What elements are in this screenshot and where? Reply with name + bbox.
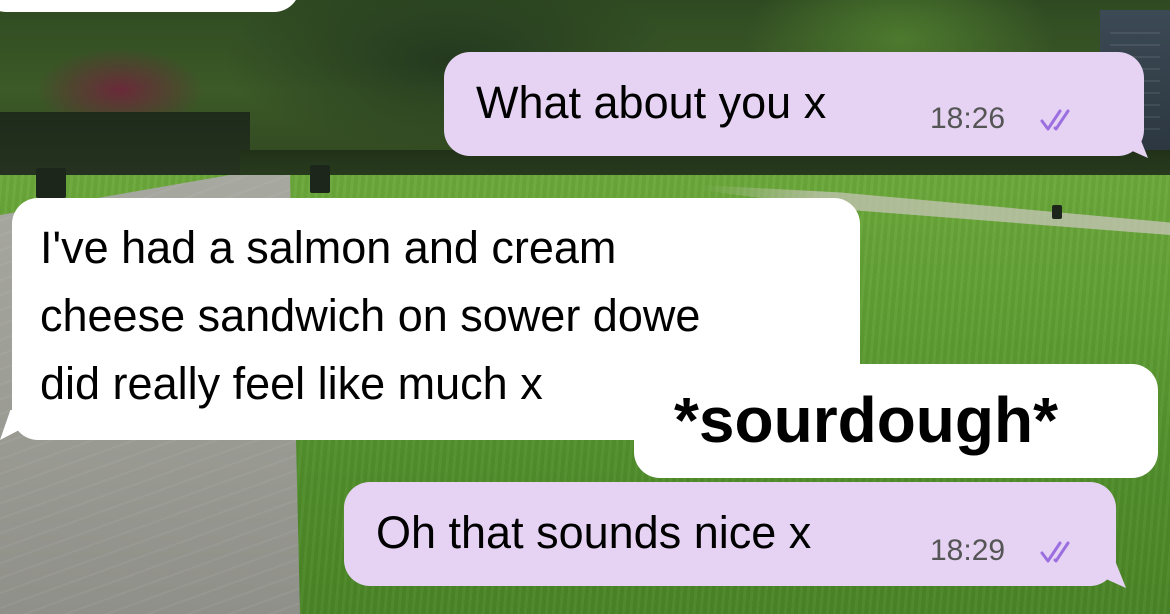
message-text: What about you x [476, 77, 827, 128]
message-timestamp: 18:26 [930, 102, 1006, 135]
outgoing-message-bubble[interactable]: What about you x 18:26 [444, 52, 1144, 156]
double-check-icon [1040, 541, 1070, 563]
message-text: Oh that sounds nice x [376, 507, 812, 558]
wallpaper-post [1052, 205, 1062, 219]
wallpaper-bin [310, 165, 330, 193]
message-timestamp: 18:29 [930, 534, 1006, 567]
wallpaper-bench [36, 168, 66, 198]
chat-screen: What about you x 18:26 I've had a salmon… [0, 0, 1170, 614]
message-line: did really feel like much x [40, 358, 543, 409]
message-line: I've had a salmon and cream [40, 222, 617, 273]
correction-message-bubble[interactable]: *sourdough* [634, 364, 1158, 478]
message-text: *sourdough* [674, 384, 1058, 456]
previous-message-bubble[interactable] [0, 0, 300, 12]
message-line: cheese sandwich on sower dowe [40, 290, 701, 341]
outgoing-message-bubble[interactable]: Oh that sounds nice x 18:29 [344, 482, 1116, 586]
double-check-icon [1040, 109, 1070, 131]
